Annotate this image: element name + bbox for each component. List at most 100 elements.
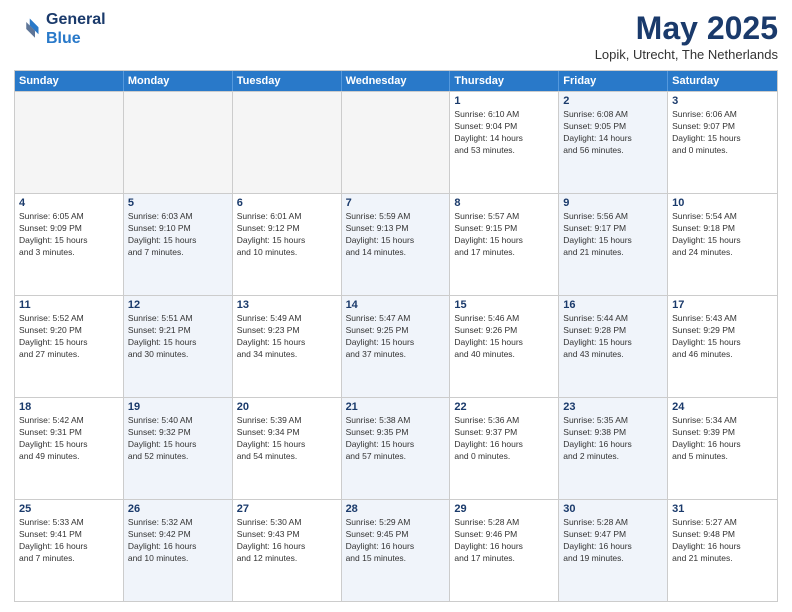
cell-info-line: and 57 minutes. <box>346 451 446 463</box>
day-header-sunday: Sunday <box>15 71 124 91</box>
cell-info-line: Sunset: 9:07 PM <box>672 121 773 133</box>
cell-info-line: Sunset: 9:41 PM <box>19 529 119 541</box>
cell-info-line: and 53 minutes. <box>454 145 554 157</box>
cell-info-line: Sunrise: 5:46 AM <box>454 313 554 325</box>
title-area: May 2025 Lopik, Utrecht, The Netherlands <box>595 10 778 62</box>
cell-info-line: Sunrise: 5:33 AM <box>19 517 119 529</box>
cell-info-line: Daylight: 15 hours <box>19 439 119 451</box>
cell-info-line: Sunrise: 5:42 AM <box>19 415 119 427</box>
cell-info-line: Sunrise: 5:28 AM <box>454 517 554 529</box>
page: General Blue May 2025 Lopik, Utrecht, Th… <box>0 0 792 612</box>
cell-info-line: Daylight: 15 hours <box>672 133 773 145</box>
cell-info-line: Sunrise: 5:40 AM <box>128 415 228 427</box>
logo-icon <box>14 15 42 43</box>
calendar-cell <box>124 92 233 193</box>
cell-info-line: and 30 minutes. <box>128 349 228 361</box>
cell-info-line: Sunrise: 5:35 AM <box>563 415 663 427</box>
day-header-saturday: Saturday <box>668 71 777 91</box>
cell-info-line: Sunset: 9:20 PM <box>19 325 119 337</box>
cell-info-line: Sunset: 9:43 PM <box>237 529 337 541</box>
cell-info-line: Sunset: 9:29 PM <box>672 325 773 337</box>
day-header-monday: Monday <box>124 71 233 91</box>
day-number: 17 <box>672 299 773 311</box>
cell-info-line: Sunrise: 5:57 AM <box>454 211 554 223</box>
day-header-wednesday: Wednesday <box>342 71 451 91</box>
day-number: 3 <box>672 95 773 107</box>
cell-info-line: and 2 minutes. <box>563 451 663 463</box>
day-number: 5 <box>128 197 228 209</box>
calendar-cell: 13Sunrise: 5:49 AMSunset: 9:23 PMDayligh… <box>233 296 342 397</box>
cell-info-line: and 27 minutes. <box>19 349 119 361</box>
cell-info-line: and 0 minutes. <box>672 145 773 157</box>
cell-info-line: Sunset: 9:21 PM <box>128 325 228 337</box>
day-number: 15 <box>454 299 554 311</box>
cell-info-line: and 17 minutes. <box>454 553 554 565</box>
cell-info-line: Daylight: 15 hours <box>128 439 228 451</box>
cell-info-line: and 10 minutes. <box>237 247 337 259</box>
calendar-cell: 17Sunrise: 5:43 AMSunset: 9:29 PMDayligh… <box>668 296 777 397</box>
cell-info-line: and 40 minutes. <box>454 349 554 361</box>
cell-info-line: Sunrise: 5:38 AM <box>346 415 446 427</box>
cell-info-line: Daylight: 15 hours <box>563 235 663 247</box>
cell-info-line: and 7 minutes. <box>19 553 119 565</box>
cell-info-line: and 19 minutes. <box>563 553 663 565</box>
cell-info-line: Sunset: 9:45 PM <box>346 529 446 541</box>
cell-info-line: and 37 minutes. <box>346 349 446 361</box>
day-number: 10 <box>672 197 773 209</box>
cell-info-line: Sunrise: 5:36 AM <box>454 415 554 427</box>
cell-info-line: Daylight: 15 hours <box>237 439 337 451</box>
calendar-cell: 18Sunrise: 5:42 AMSunset: 9:31 PMDayligh… <box>15 398 124 499</box>
cell-info-line: Sunrise: 5:52 AM <box>19 313 119 325</box>
calendar-week-4: 18Sunrise: 5:42 AMSunset: 9:31 PMDayligh… <box>15 397 777 499</box>
cell-info-line: Sunrise: 5:44 AM <box>563 313 663 325</box>
cell-info-line: Sunset: 9:39 PM <box>672 427 773 439</box>
calendar-cell: 6Sunrise: 6:01 AMSunset: 9:12 PMDaylight… <box>233 194 342 295</box>
cell-info-line: and 21 minutes. <box>672 553 773 565</box>
cell-info-line: Sunset: 9:15 PM <box>454 223 554 235</box>
cell-info-line: and 3 minutes. <box>19 247 119 259</box>
day-number: 28 <box>346 503 446 515</box>
cell-info-line: Daylight: 15 hours <box>346 337 446 349</box>
day-number: 11 <box>19 299 119 311</box>
cell-info-line: Sunset: 9:26 PM <box>454 325 554 337</box>
day-number: 1 <box>454 95 554 107</box>
cell-info-line: Sunset: 9:17 PM <box>563 223 663 235</box>
cell-info-line: Sunset: 9:38 PM <box>563 427 663 439</box>
cell-info-line: and 14 minutes. <box>346 247 446 259</box>
cell-info-line: and 24 minutes. <box>672 247 773 259</box>
cell-info-line: Daylight: 15 hours <box>346 235 446 247</box>
day-number: 9 <box>563 197 663 209</box>
calendar-cell: 12Sunrise: 5:51 AMSunset: 9:21 PMDayligh… <box>124 296 233 397</box>
cell-info-line: Sunrise: 6:01 AM <box>237 211 337 223</box>
cell-info-line: Daylight: 15 hours <box>19 235 119 247</box>
cell-info-line: Daylight: 16 hours <box>346 541 446 553</box>
day-number: 31 <box>672 503 773 515</box>
cell-info-line: Daylight: 15 hours <box>19 337 119 349</box>
calendar-cell: 20Sunrise: 5:39 AMSunset: 9:34 PMDayligh… <box>233 398 342 499</box>
day-number: 2 <box>563 95 663 107</box>
calendar-cell: 4Sunrise: 6:05 AMSunset: 9:09 PMDaylight… <box>15 194 124 295</box>
calendar-week-1: 1Sunrise: 6:10 AMSunset: 9:04 PMDaylight… <box>15 91 777 193</box>
cell-info-line: and 46 minutes. <box>672 349 773 361</box>
logo: General Blue <box>14 10 106 48</box>
cell-info-line: Daylight: 15 hours <box>672 235 773 247</box>
cell-info-line: Daylight: 15 hours <box>128 235 228 247</box>
cell-info-line: Sunset: 9:23 PM <box>237 325 337 337</box>
cell-info-line: Sunset: 9:04 PM <box>454 121 554 133</box>
day-number: 29 <box>454 503 554 515</box>
cell-info-line: Daylight: 15 hours <box>672 337 773 349</box>
calendar-week-3: 11Sunrise: 5:52 AMSunset: 9:20 PMDayligh… <box>15 295 777 397</box>
day-number: 8 <box>454 197 554 209</box>
cell-info-line: Sunset: 9:13 PM <box>346 223 446 235</box>
cell-info-line: and 12 minutes. <box>237 553 337 565</box>
cell-info-line: Sunrise: 5:30 AM <box>237 517 337 529</box>
cell-info-line: Sunset: 9:47 PM <box>563 529 663 541</box>
cell-info-line: Sunset: 9:35 PM <box>346 427 446 439</box>
cell-info-line: and 5 minutes. <box>672 451 773 463</box>
cell-info-line: Daylight: 16 hours <box>672 541 773 553</box>
cell-info-line: Sunset: 9:37 PM <box>454 427 554 439</box>
calendar-cell: 30Sunrise: 5:28 AMSunset: 9:47 PMDayligh… <box>559 500 668 601</box>
day-header-tuesday: Tuesday <box>233 71 342 91</box>
cell-info-line: Daylight: 16 hours <box>454 541 554 553</box>
cell-info-line: Sunset: 9:34 PM <box>237 427 337 439</box>
